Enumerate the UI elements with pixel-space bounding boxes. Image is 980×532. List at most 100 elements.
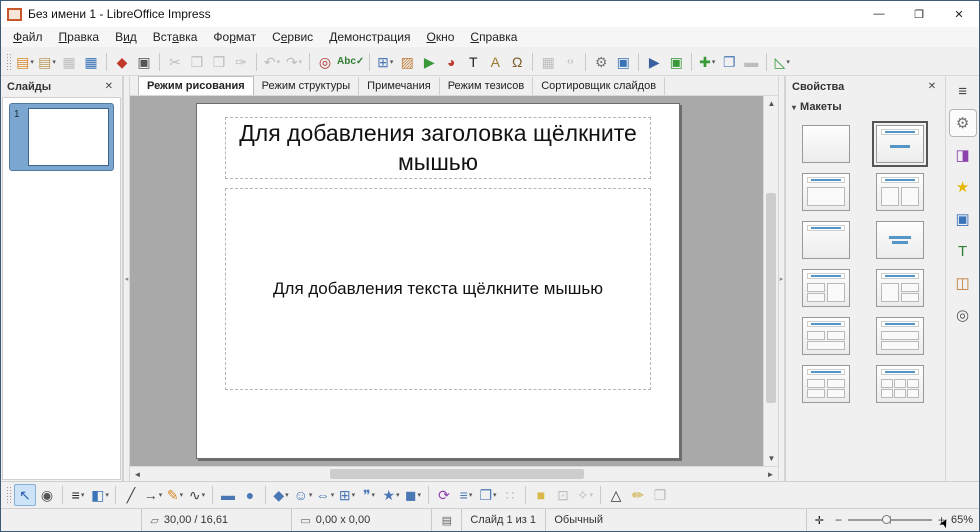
slide-thumbnail-1[interactable]: 1 [9,103,114,171]
title-placeholder[interactable]: Для добавления заголовка щёлкните мышью [225,117,651,179]
ellipse-button[interactable]: ● [239,484,261,506]
find-and-replace-button[interactable]: ◎ [314,51,336,73]
insert-image-button[interactable]: ▨ [396,51,418,73]
vertical-scroll-thumb[interactable] [766,193,776,404]
insert-media-button[interactable]: ▶ [418,51,440,73]
star-shapes-button[interactable]: ★▾ [380,484,402,506]
new-slide-button[interactable]: ✚▾ [696,51,718,73]
new-presentation-button[interactable]: ▤▾ [14,51,36,73]
save-status-segment[interactable]: ▤ [431,509,461,531]
layout-content-left-two-content-right[interactable] [876,269,924,307]
menu-item-4[interactable]: Формат [205,28,264,46]
show-draw-functions-dropdown-icon[interactable]: ▾ [786,58,790,66]
layout-title-subtitle[interactable] [876,125,924,163]
master-slide-button[interactable]: ▣ [612,51,634,73]
menu-item-2[interactable]: Вид [107,28,145,46]
connectors-button[interactable]: ∿▾ [186,484,208,506]
menu-item-7[interactable]: Окно [418,28,462,46]
menu-item-0[interactable]: Файл [5,28,51,46]
layouts-section-header[interactable]: ▾ Макеты [786,97,945,117]
sidebar-tab-properties[interactable]: ⚙ [950,110,976,136]
callout-shapes-button[interactable]: ❞▾ [358,484,380,506]
connectors-dropdown-icon[interactable]: ▾ [202,491,206,499]
open-dropdown-icon[interactable]: ▾ [52,58,56,66]
view-tab-2[interactable]: Примечания [359,77,440,95]
slides-panel-close-icon[interactable]: ✕ [102,80,116,93]
align-objects-button[interactable]: ≡▾ [455,484,477,506]
fit-slide-icon[interactable]: ✛ [815,514,824,527]
new-slide-dropdown-icon[interactable]: ▾ [712,58,716,66]
symbol-shapes-button[interactable]: ☺▾ [292,484,314,506]
layout-two-content-over-content[interactable] [802,317,850,355]
new-presentation-dropdown-icon[interactable]: ▾ [30,58,34,66]
scroll-left-icon[interactable]: ◄ [130,467,145,482]
basic-shapes-dropdown-icon[interactable]: ▾ [285,491,289,499]
sidebar-tab-sidebar-menu[interactable]: ≡ [950,78,976,104]
sidebar-tab-styles[interactable]: T [950,238,976,264]
layout-two-content-left-content-right[interactable] [802,269,850,307]
align-objects-dropdown-icon[interactable]: ▾ [469,491,473,499]
undo-dropdown-icon[interactable]: ▾ [277,58,281,66]
line-style-dropdown-icon[interactable]: ▾ [81,491,85,499]
print-button[interactable]: ▣ [133,51,155,73]
layout-blank[interactable] [802,125,850,163]
callout-shapes-dropdown-icon[interactable]: ▾ [372,491,376,499]
horizontal-scroll-thumb[interactable] [330,469,583,479]
crop-image-button[interactable]: ⊡ [552,484,574,506]
scroll-up-icon[interactable]: ▲ [764,96,779,111]
fill-color-dropdown-icon[interactable]: ▾ [105,491,109,499]
curves-and-polygons-button[interactable]: ✎▾ [164,484,186,506]
layout-content-over-content[interactable] [876,317,924,355]
clone-formatting-button[interactable]: ✑ [230,51,252,73]
layout-centered-text[interactable] [876,221,924,259]
insert-text-box-button[interactable]: T [462,51,484,73]
redo-button[interactable]: ↷▾ [283,51,305,73]
scroll-down-icon[interactable]: ▼ [764,451,779,466]
rotate-button[interactable]: ⟳ [433,484,455,506]
menu-item-6[interactable]: Демонстрация [321,28,418,46]
sidebar-tab-gallery[interactable]: ◫ [950,270,976,296]
minimize-button[interactable]: — [859,1,899,27]
distribute-selection-button[interactable]: ∷ [499,484,521,506]
block-arrows-dropdown-icon[interactable]: ▾ [331,491,335,499]
zoom-out-icon[interactable]: − [835,513,842,527]
layout-six-content[interactable] [876,365,924,403]
toolbar-handle[interactable] [6,486,11,504]
export-pdf-button[interactable]: ◆ [111,51,133,73]
view-tab-3[interactable]: Режим тезисов [440,77,534,95]
menu-item-8[interactable]: Справка [462,28,525,46]
flowchart-shapes-button[interactable]: ⊞▾ [336,484,358,506]
sidebar-tab-animation[interactable]: ★ [950,174,976,200]
layout-style-segment[interactable]: Обычный [545,509,665,531]
start-from-first-slide-button[interactable]: ▶ [643,51,665,73]
open-button[interactable]: ▤▾ [36,51,58,73]
redo-dropdown-icon[interactable]: ▾ [299,58,303,66]
insert-line-button[interactable]: ╱ [120,484,142,506]
show-draw-functions-button[interactable]: ◺▾ [771,51,793,73]
horizontal-scrollbar[interactable]: ◄ ► [130,466,778,481]
curves-and-polygons-dropdown-icon[interactable]: ▾ [180,491,184,499]
toggle-extrusion-button[interactable]: ❒ [649,484,671,506]
cut-button[interactable]: ✂ [164,51,186,73]
text-placeholder[interactable]: Для добавления текста щёлкните мышью [225,188,651,390]
zoom-slider-handle[interactable] [882,515,891,524]
star-shapes-dropdown-icon[interactable]: ▾ [396,491,400,499]
zoom-level[interactable]: 65% [951,514,973,526]
flowchart-shapes-dropdown-icon[interactable]: ▾ [352,491,356,499]
view-tab-4[interactable]: Сортировщик слайдов [533,77,665,95]
menu-item-5[interactable]: Сервис [264,28,321,46]
sidebar-tab-slide-transition[interactable]: ◨ [950,142,976,168]
helplines-while-moving-button[interactable]: ‹› [559,51,581,73]
copy-button[interactable]: ❐ [186,51,208,73]
save-button[interactable]: ▦ [58,51,80,73]
slide-properties-button[interactable]: ⚙ [590,51,612,73]
image-filter-button[interactable]: ✧▾ [574,484,596,506]
zoom-pan-button[interactable]: ◉ [36,484,58,506]
line-style-button[interactable]: ≡▾ [67,484,89,506]
layout-title-two-content[interactable] [876,173,924,211]
fill-color-button[interactable]: ◧▾ [89,484,111,506]
glue-points-button[interactable]: ✏ [627,484,649,506]
paste-button[interactable]: ❒ [208,51,230,73]
arrange-objects-dropdown-icon[interactable]: ▾ [493,491,497,499]
image-filter-dropdown-icon[interactable]: ▾ [590,491,594,499]
